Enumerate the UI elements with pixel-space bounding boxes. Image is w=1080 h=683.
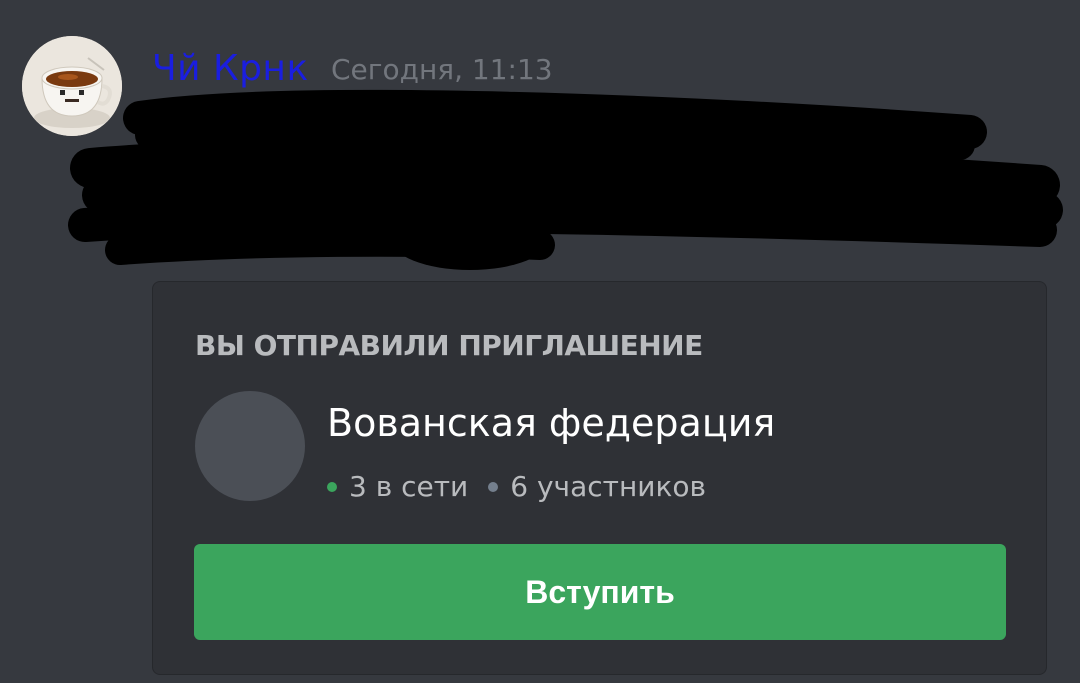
teacup-avatar-icon — [22, 36, 122, 136]
server-icon[interactable] — [195, 391, 305, 501]
member-count: 6 участников — [510, 470, 706, 503]
join-server-button[interactable]: Вступить — [194, 544, 1006, 640]
invite-heading: ВЫ ОТПРАВИЛИ ПРИГЛАШЕНИЕ — [195, 329, 703, 362]
message-timestamp: Сегодня, 11:13 — [331, 53, 553, 86]
members-dot-icon — [488, 482, 499, 492]
message-author-name[interactable]: Чй Крнк — [152, 45, 309, 93]
online-dot-icon — [327, 482, 337, 492]
server-invite-card: ВЫ ОТПРАВИЛИ ПРИГЛАШЕНИЕ Вованская федер… — [152, 281, 1047, 675]
server-stats: 3 в сети 6 участников — [327, 467, 706, 507]
online-count: 3 в сети — [349, 470, 469, 503]
user-avatar[interactable] — [22, 36, 122, 136]
server-name[interactable]: Вованская федерация — [327, 397, 775, 449]
